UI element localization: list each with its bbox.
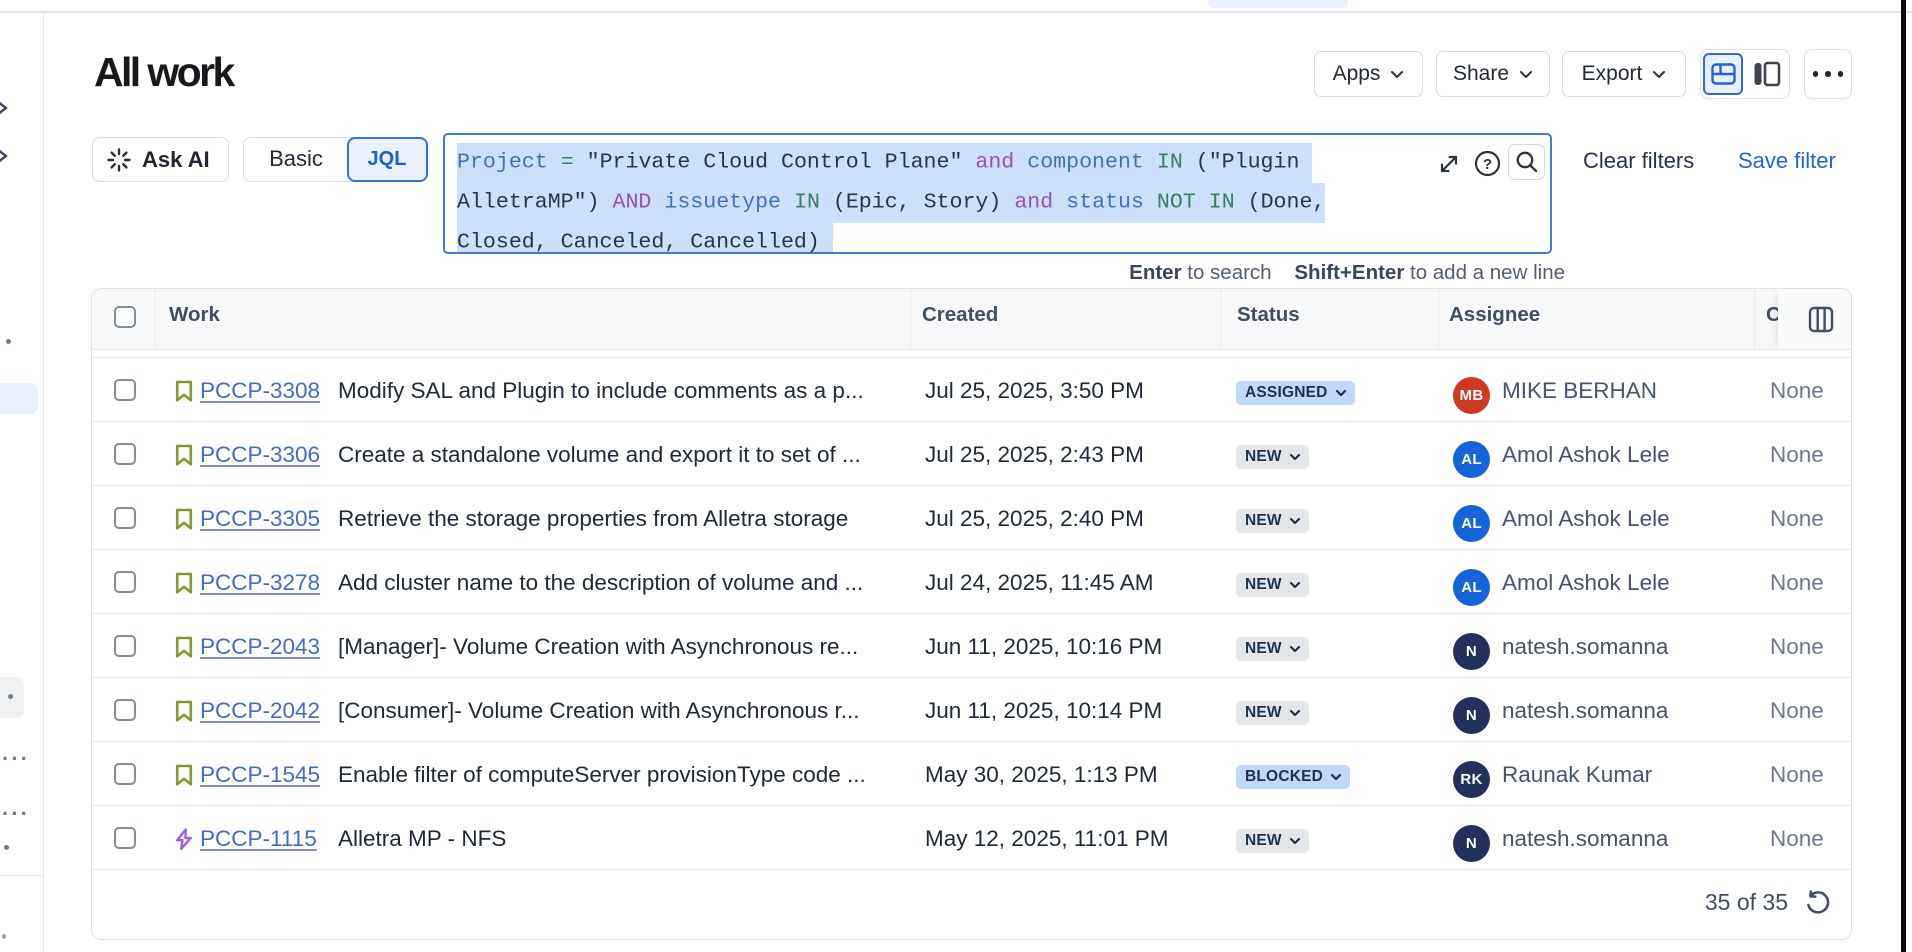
svg-text:?: ? <box>1483 156 1492 173</box>
